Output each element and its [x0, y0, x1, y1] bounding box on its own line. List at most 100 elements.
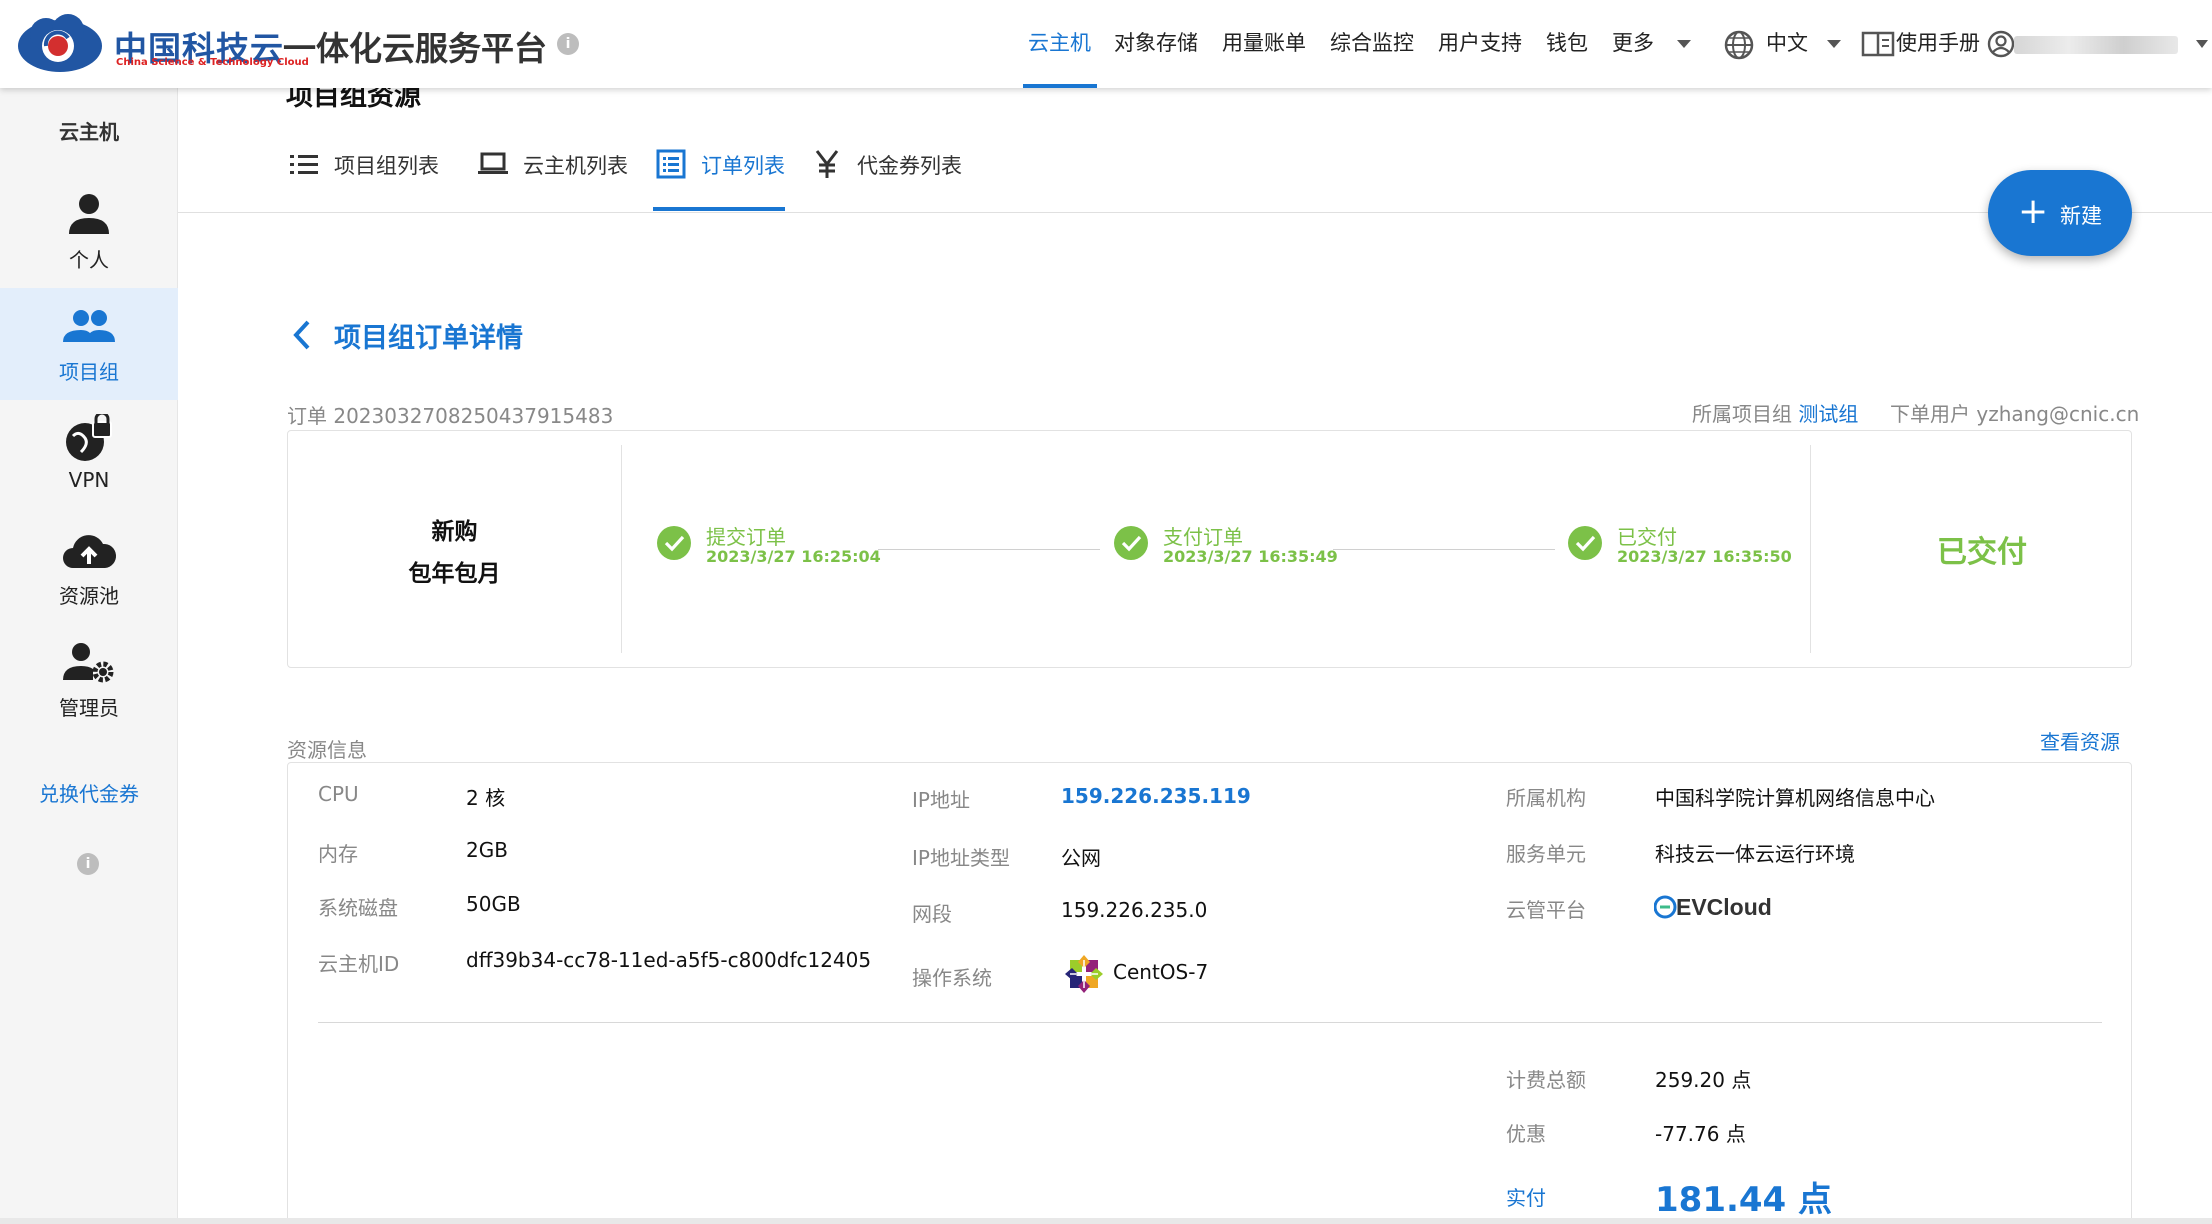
os-label: 操作系统: [912, 966, 992, 990]
step-name: 提交订单: [706, 525, 786, 549]
sidebar-heading: 云主机: [59, 120, 119, 144]
cloud-platform-label: 云管平台: [1506, 898, 1586, 922]
tab-label: 代金券列表: [857, 154, 962, 178]
admin-gear-icon: [63, 643, 114, 683]
resource-section-title: 资源信息: [287, 738, 367, 762]
order-number: 订单 2023032708250437915483: [287, 404, 614, 428]
info-icon[interactable]: i: [77, 853, 99, 875]
user-name-blurred[interactable]: [2014, 36, 2178, 54]
order-user: 下单用户 yzhang@cnic.cn: [1890, 402, 2140, 426]
divider: [318, 1022, 2102, 1023]
check-circle-icon: [1568, 526, 1602, 560]
laptop-icon: [478, 152, 508, 174]
service-unit-value: 科技云一体云运行环境: [1655, 842, 1855, 866]
order-type-purchase: 新购: [431, 519, 478, 545]
sidebar-item-label: VPN: [68, 468, 110, 492]
order-type: 新购 包年包月: [288, 511, 621, 595]
sidebar-item-resource-pool[interactable]: 资源池: [0, 512, 178, 624]
new-button[interactable]: + 新建: [1988, 170, 2132, 256]
sidebar-item-label: 管理员: [59, 696, 119, 720]
billing-total-value: 259.20 点: [1655, 1068, 1752, 1092]
vpn-globe-lock-icon: [66, 414, 112, 461]
chevron-down-icon[interactable]: [2196, 40, 2208, 48]
host-id-value: dff39b34-cc78-11ed-a5f5-c800dfc12405: [466, 948, 872, 972]
group-icon: [63, 310, 115, 342]
list-icon: [290, 155, 318, 174]
step-time: 2023/3/27 16:35:50: [1617, 547, 1792, 566]
os-value: CentOS-7: [1113, 960, 1209, 984]
ip-address-value[interactable]: 159.226.235.119: [1061, 784, 1251, 808]
step-name: 支付订单: [1163, 525, 1243, 549]
service-unit-label: 服务单元: [1506, 842, 1586, 866]
paid-amount: 181.44 点: [1655, 1180, 1833, 1220]
subnet-label: 网段: [912, 902, 952, 926]
nav-wallet[interactable]: 钱包: [1546, 0, 1588, 88]
organization-value: 中国科学院计算机网络信息中心: [1655, 786, 1935, 810]
step-name: 已交付: [1617, 525, 1677, 549]
nav-cloud-host[interactable]: 云主机: [1028, 0, 1091, 88]
sidebar-item-admin[interactable]: 管理员: [0, 624, 178, 736]
step-time: 2023/3/27 16:35:49: [1163, 547, 1338, 566]
back-arrow-icon[interactable]: [290, 318, 314, 352]
system-disk-value: 50GB: [466, 892, 521, 916]
evcloud-logo: EVCloud: [1654, 894, 1772, 920]
chevron-down-icon[interactable]: [1827, 40, 1841, 48]
nav-more[interactable]: 更多: [1612, 0, 1654, 88]
redeem-voucher-link[interactable]: 兑换代金券: [0, 778, 178, 807]
cpu-label: CPU: [318, 782, 359, 806]
check-circle-icon: [657, 526, 691, 560]
book-icon[interactable]: [1861, 30, 1895, 58]
top-bar: 中国科技云 China Science & Technology Cloud 一…: [0, 0, 2212, 88]
subnet-value: 159.226.235.0: [1061, 898, 1208, 922]
chevron-down-icon[interactable]: [1677, 40, 1691, 48]
step-connector: [878, 549, 1100, 550]
system-disk-label: 系统磁盘: [318, 896, 398, 920]
sidebar-item-label: 个人: [69, 248, 109, 272]
nav-user-support[interactable]: 用户支持: [1438, 0, 1522, 88]
check-circle-icon: [1114, 526, 1148, 560]
billing-total-label: 计费总额: [1506, 1068, 1586, 1092]
brand-english: China Science & Technology Cloud: [116, 57, 309, 68]
centos-icon: [1065, 955, 1103, 993]
plus-icon: +: [2018, 191, 2049, 232]
account-icon[interactable]: [1986, 29, 2016, 59]
sidebar-item-vpn[interactable]: VPN: [0, 400, 178, 512]
resource-info-card: [287, 762, 2132, 1224]
order-status-card: 新购 包年包月 提交订单 2023/3/27 16:25:04 支付订单 202…: [287, 430, 2132, 668]
order-status: 已交付: [1937, 535, 2027, 570]
person-icon: [69, 194, 109, 234]
paid-label: 实付: [1506, 1186, 1546, 1210]
ip-type-value: 公网: [1061, 846, 1101, 870]
cstcloud-logo[interactable]: [16, 12, 104, 74]
memory-label: 内存: [318, 842, 358, 866]
order-detail-title: 项目组订单详情: [334, 323, 523, 354]
bottom-edge: [0, 1218, 2212, 1224]
globe-icon[interactable]: [1723, 29, 1755, 61]
discount-value: -77.76 点: [1655, 1122, 1746, 1146]
sidebar-item-personal[interactable]: 个人: [0, 176, 178, 288]
divider: [621, 445, 622, 653]
view-resource-link[interactable]: 查看资源: [2040, 726, 2120, 755]
evcloud-logo-text: EVCloud: [1676, 894, 1772, 920]
sidebar-item-project-group[interactable]: 项目组: [0, 288, 178, 400]
language-select[interactable]: 中文: [1766, 0, 1808, 88]
new-button-label: 新建: [2060, 204, 2102, 228]
nav-monitoring[interactable]: 综合监控: [1330, 0, 1414, 88]
tabs-divider: [178, 212, 2212, 213]
info-icon[interactable]: i: [557, 33, 579, 55]
organization-label: 所属机构: [1506, 786, 1586, 810]
order-type-billing: 包年包月: [408, 561, 501, 587]
user-manual-link[interactable]: 使用手册: [1896, 0, 1980, 88]
project-group-label: 所属项目组: [1692, 402, 1792, 426]
nav-usage-bill[interactable]: 用量账单: [1222, 0, 1306, 88]
tab-label: 云主机列表: [523, 154, 628, 178]
project-group-link[interactable]: 测试组: [1798, 402, 1858, 426]
platform-title: 一体化云服务平台: [283, 29, 547, 68]
nav-object-storage[interactable]: 对象存储: [1114, 0, 1198, 88]
sidebar-item-label: 项目组: [59, 360, 119, 384]
sidebar-item-label: 资源池: [59, 584, 119, 608]
project-group-meta: 所属项目组 测试组: [1692, 398, 1858, 427]
step-time: 2023/3/27 16:25:04: [706, 547, 881, 566]
tab-label: 项目组列表: [334, 154, 439, 178]
app-window: 中国科技云 China Science & Technology Cloud 一…: [0, 0, 2212, 1224]
